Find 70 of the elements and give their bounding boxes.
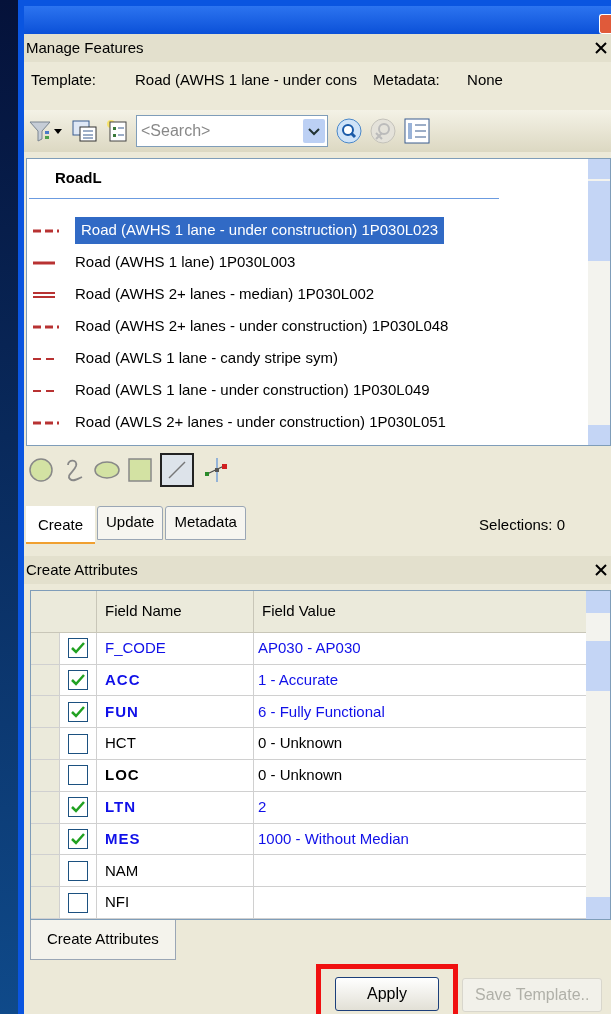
dropdown-icon[interactable] [303, 119, 325, 143]
apply-button[interactable]: Apply [335, 976, 439, 1011]
rectangle-icon [128, 458, 152, 482]
table-cell[interactable]: 1 - Accurate [258, 668, 339, 692]
table-cell-text: HCT [105, 733, 136, 754]
close-icon[interactable] [595, 42, 607, 54]
search-icon[interactable] [336, 118, 362, 144]
table-cell[interactable]: 0 - Unknown [258, 732, 343, 755]
template-item[interactable]: Road (AWHS 1 lane) 1P030L003 [27, 250, 588, 275]
table-cell[interactable]: 0 - Unknown [258, 764, 343, 787]
column-header[interactable]: Field Name [97, 591, 254, 632]
close-button[interactable] [599, 14, 611, 34]
search-combo-box[interactable]: <Search> [136, 115, 328, 147]
checkbox[interactable] [68, 733, 88, 754]
table-cell-text: FUN [105, 701, 139, 722]
search-field[interactable]: <Search> [137, 119, 303, 143]
table-cell-text: NFI [105, 892, 130, 913]
selections-count: Selections: 0 [479, 514, 565, 535]
point-icon [202, 457, 228, 483]
table-cell-text: F_CODE [105, 637, 166, 658]
layer-name: RoadL [55, 169, 102, 186]
scrollbar[interactable] [586, 591, 610, 919]
tab[interactable]: Create [26, 505, 96, 544]
attributes-title: Create Attributes [26, 559, 138, 580]
close-icon[interactable] [595, 564, 607, 576]
column-header[interactable]: Field Value [254, 591, 586, 632]
checkbox[interactable] [68, 765, 88, 786]
checkbox[interactable] [68, 638, 88, 659]
tab[interactable]: Metadata [165, 505, 246, 540]
table-icon[interactable] [72, 119, 98, 143]
template-label: Template: [31, 69, 98, 90]
table-cell-text: LTN [105, 796, 137, 817]
checkbox[interactable] [68, 669, 88, 690]
panel-title: Manage Features [26, 37, 144, 58]
metadata-value: None [467, 69, 503, 90]
template-item[interactable]: Road (AWLS 2+ lanes - under construction) 1P030L051 [27, 410, 588, 435]
checkmark-icon [71, 673, 85, 686]
ellipse-icon [94, 461, 120, 479]
checkbox[interactable] [68, 829, 88, 850]
checkbox[interactable] [68, 892, 88, 913]
tab[interactable]: Create Attributes [30, 920, 176, 960]
checkmark-icon [71, 642, 85, 655]
checkbox[interactable] [68, 797, 88, 818]
table-cell-text: MES [105, 828, 141, 849]
template-value: Road (AWHS 1 lane - under cons [135, 69, 358, 90]
line-icon [166, 459, 188, 481]
table-cell-text: LOC [105, 765, 140, 786]
table-cell[interactable]: 1000 - Without Median [258, 827, 409, 851]
metadata-label: Metadata: [373, 69, 441, 90]
table-cell-text: ACC [105, 669, 141, 690]
filter-icon[interactable] [28, 119, 64, 143]
drawing-tool[interactable] [160, 453, 194, 487]
template-item[interactable]: Road (AWHS 2+ lanes - median) 1P030L002 [27, 282, 588, 307]
new-list-icon[interactable] [106, 119, 128, 143]
template-item[interactable]: Road (AWLS 1 lane - under construction) 1P030L049 [27, 378, 588, 403]
checkbox[interactable] [68, 860, 88, 881]
checkmark-icon [71, 833, 85, 846]
checkmark-icon [71, 705, 85, 718]
table-cell[interactable]: AP030 - AP030 [258, 636, 361, 660]
scrollbar[interactable] [588, 159, 610, 445]
circle-icon [28, 457, 54, 483]
table-cell-text: NAM [105, 860, 139, 881]
template-item[interactable]: Road (AWHS 2+ lanes - under construction) 1P030L048 [27, 314, 588, 339]
template-item[interactable]: Road (AWLS 1 lane - candy stripe sym) [27, 346, 588, 371]
table-cell[interactable]: 2 [258, 795, 267, 819]
list-icon[interactable] [404, 118, 430, 144]
table-cell[interactable]: 6 - Fully Functional [258, 700, 385, 724]
checkmark-icon [71, 801, 85, 814]
tab[interactable]: Update [97, 505, 164, 540]
checkbox[interactable] [68, 701, 88, 722]
